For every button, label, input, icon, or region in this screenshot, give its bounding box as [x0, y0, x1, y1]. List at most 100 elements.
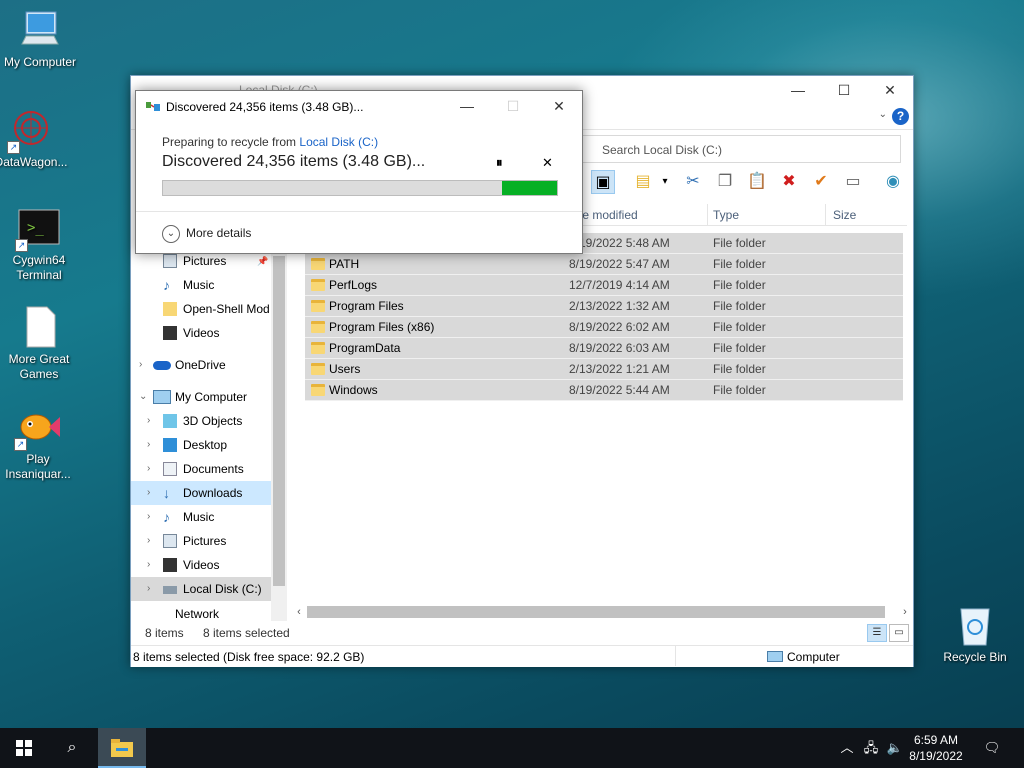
- maximize-button[interactable]: ☐: [821, 76, 867, 104]
- nav-item-pictures[interactable]: › Pictures: [131, 529, 271, 553]
- file-date: 8/19/2022 5:44 AM: [569, 383, 670, 397]
- column-divider[interactable]: [707, 204, 708, 226]
- chevron-down-icon[interactable]: ▾: [653, 170, 677, 194]
- chevron-right-icon[interactable]: ›: [147, 505, 150, 529]
- desktop-icon-recycle-bin[interactable]: Recycle Bin: [935, 603, 1015, 665]
- file-row[interactable]: Program Files (x86) 8/19/2022 6:02 AM File…: [305, 317, 903, 338]
- progress-bar: [162, 180, 558, 196]
- clock[interactable]: 6:59 AM 8/19/2022: [906, 732, 966, 764]
- folder-view-icon[interactable]: ▤: [631, 170, 655, 194]
- chevron-right-icon[interactable]: ›: [139, 353, 142, 377]
- chevron-right-icon[interactable]: ›: [147, 553, 150, 577]
- nav-item-documents[interactable]: › Documents: [131, 457, 271, 481]
- videos-icon: [163, 558, 177, 572]
- help-icon[interactable]: ?: [892, 108, 909, 125]
- desktop-icon-insaniquarium[interactable]: ↗ Play Insaniquar...: [0, 405, 78, 482]
- column-size[interactable]: Size: [833, 208, 856, 222]
- desktop-icon-label: Play Insaniquar...: [5, 452, 71, 481]
- scrollbar-thumb[interactable]: [307, 606, 885, 618]
- large-icons-view-icon[interactable]: ▭: [889, 624, 909, 642]
- chevron-right-icon[interactable]: ›: [147, 577, 150, 601]
- nav-item-open-shell[interactable]: Open-Shell Mod: [131, 297, 271, 321]
- chevron-right-icon[interactable]: ›: [147, 481, 150, 505]
- nav-item-my-computer[interactable]: ⌄ My Computer: [131, 385, 271, 409]
- nav-scrollbar[interactable]: [271, 246, 287, 621]
- scroll-right-icon[interactable]: ›: [897, 604, 913, 620]
- minimize-button[interactable]: —: [444, 91, 490, 121]
- nav-item-videos[interactable]: › Videos: [131, 553, 271, 577]
- file-row[interactable]: Windows 8/19/2022 5:44 AM File folder: [305, 380, 903, 401]
- copy-icon[interactable]: ❐: [713, 170, 737, 194]
- details-view-icon[interactable]: ☰: [867, 624, 887, 642]
- file-date: 2/13/2022 1:32 AM: [569, 299, 670, 313]
- notification-icon[interactable]: 🗨: [980, 728, 1004, 768]
- preview-pane-icon[interactable]: ▣: [591, 170, 615, 194]
- chevron-down-icon[interactable]: ⌄: [139, 385, 147, 409]
- horizontal-scrollbar[interactable]: ‹ ›: [291, 604, 913, 620]
- volume-icon[interactable]: 🔈: [884, 728, 906, 768]
- desktop-icon-cygwin[interactable]: >_ ↗ Cygwin64 Terminal: [0, 206, 78, 283]
- column-type[interactable]: Type: [713, 208, 739, 222]
- scrollbar-thumb[interactable]: [273, 256, 285, 586]
- chevron-down-icon[interactable]: ⌄: [879, 109, 887, 120]
- file-type: File folder: [713, 362, 766, 376]
- globe-icon[interactable]: ◉: [881, 170, 905, 194]
- file-row[interactable]: PATH 8/19/2022 5:47 AM File folder: [305, 254, 903, 275]
- nav-item-local-disk[interactable]: › Local Disk (C:): [131, 577, 271, 601]
- file-type: File folder: [713, 320, 766, 334]
- source-link[interactable]: Local Disk (C:): [299, 135, 378, 149]
- start-button[interactable]: [0, 728, 48, 768]
- chevron-right-icon[interactable]: ›: [147, 433, 150, 457]
- cancel-icon[interactable]: ✕: [542, 155, 553, 171]
- file-row[interactable]: PerfLogs 12/7/2019 4:14 AM File folder: [305, 275, 903, 296]
- chevron-right-icon[interactable]: ›: [147, 529, 150, 553]
- scroll-left-icon[interactable]: ‹: [291, 604, 307, 620]
- nav-item-label: Local Disk (C:): [183, 582, 262, 596]
- rename-icon[interactable]: ✔: [809, 170, 833, 194]
- search-input[interactable]: Search Local Disk (C:): [581, 135, 901, 163]
- column-date-modified[interactable]: te modified: [579, 208, 638, 222]
- clock-time: 6:59 AM: [913, 733, 959, 747]
- recycle-progress-dialog[interactable]: Discovered 24,356 items (3.48 GB)... — ☐…: [135, 90, 583, 254]
- nav-item-music[interactable]: › ♪ Music: [131, 505, 271, 529]
- properties-icon[interactable]: ▭: [841, 170, 865, 194]
- drive-icon: [163, 586, 177, 594]
- progress-track: [163, 181, 502, 195]
- nav-item-3d-objects[interactable]: › 3D Objects: [131, 409, 271, 433]
- desktop-icon-my-computer[interactable]: My Computer: [0, 8, 80, 70]
- file-date: 8/19/2022 6:03 AM: [569, 341, 670, 355]
- pause-icon[interactable]: ⏸: [496, 155, 503, 171]
- desktop-icon-more-games[interactable]: More Great Games: [0, 305, 78, 382]
- file-name: Program Files (x86): [329, 320, 435, 334]
- nav-item-network[interactable]: Network: [131, 608, 271, 621]
- file-row[interactable]: Program Files 2/13/2022 1:32 AM File folde…: [305, 296, 903, 317]
- videos-icon: [163, 326, 177, 340]
- file-row[interactable]: ProgramData 8/19/2022 6:03 AM File folder: [305, 338, 903, 359]
- nav-item-videos-quick[interactable]: Videos: [131, 321, 271, 345]
- minimize-button[interactable]: —: [775, 76, 821, 104]
- cut-icon[interactable]: ✂: [681, 170, 705, 194]
- file-row[interactable]: Users 2/13/2022 1:21 AM File folder: [305, 359, 903, 380]
- column-divider[interactable]: [825, 204, 826, 226]
- paste-icon[interactable]: 📋: [745, 170, 769, 194]
- more-details-button[interactable]: ⌄ More details: [162, 222, 251, 244]
- nav-item-label: Open-Shell Mod: [183, 302, 270, 316]
- delete-icon[interactable]: ✖: [777, 170, 801, 194]
- chevron-right-icon[interactable]: ›: [147, 457, 150, 481]
- nav-item-music-quick[interactable]: ♪ Music: [131, 273, 271, 297]
- chevron-up-icon[interactable]: ︿: [836, 728, 858, 768]
- network-icon[interactable]: 🖧: [860, 728, 882, 768]
- file-explorer-taskbar-icon[interactable]: [98, 728, 146, 768]
- close-button[interactable]: ✕: [867, 76, 913, 104]
- 3d-objects-icon: [163, 414, 177, 428]
- selected-count: 8 items selected: [203, 626, 290, 640]
- nav-item-desktop[interactable]: › Desktop: [131, 433, 271, 457]
- search-icon[interactable]: ⌕: [48, 728, 96, 768]
- close-button[interactable]: ✕: [536, 91, 582, 121]
- chevron-right-icon[interactable]: ›: [147, 409, 150, 433]
- desktop-icon-label: More Great Games: [8, 352, 70, 381]
- nav-item-onedrive[interactable]: › OneDrive: [131, 353, 271, 377]
- desktop-icon-datawagon[interactable]: ↗ DataWagon...: [0, 108, 71, 170]
- pictures-icon: [163, 254, 177, 268]
- nav-item-downloads[interactable]: › ↓ Downloads: [131, 481, 271, 505]
